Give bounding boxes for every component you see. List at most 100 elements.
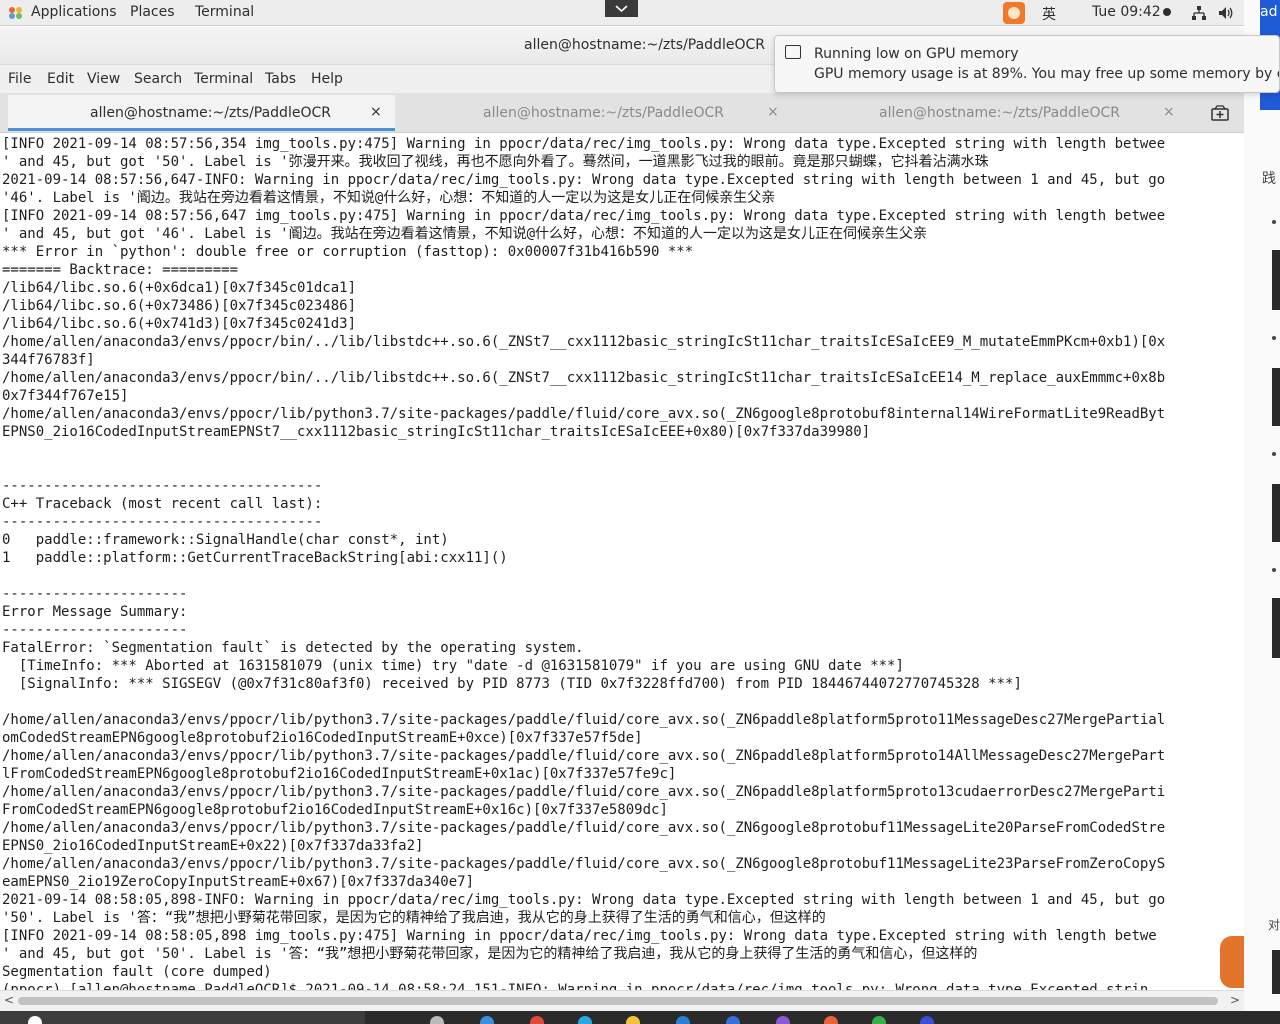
ime-language-label[interactable]: 英 [1042, 4, 1056, 24]
tab-terminal-2[interactable]: allen@hostname:~/zts/PaddleOCR × [404, 95, 794, 131]
terminal-line: Segmentation fault (core dumped) [2, 964, 272, 980]
terminal-line: EPNS0_2io16CodedInputStreamEPNSt7__cxx11… [2, 424, 871, 440]
terminal-line: ======= Backtrace: ========= [2, 262, 239, 278]
taskbar-app-icon[interactable] [578, 1016, 592, 1024]
menu-search[interactable]: Search [134, 71, 182, 87]
terminal-line: '46'. Label is '阍边。我站在旁边看着这情景，不知说@什么好，心想… [2, 190, 776, 206]
background-app-text: 践 [1262, 171, 1276, 187]
terminal-line: FatalError: `Segmentation fault` is dete… [2, 640, 584, 656]
gpu-memory-notification[interactable]: Running low on GPU memory GPU memory usa… [774, 35, 1280, 93]
window-title: allen@hostname:~/zts/PaddleOCR [524, 37, 765, 53]
taskbar-app-icon[interactable] [480, 1016, 494, 1024]
terminal-line: /home/allen/anaconda3/envs/ppocr/bin/../… [2, 370, 1166, 386]
terminal-line: [INFO 2021-09-14 08:57:56,647 img_tools.… [2, 208, 1166, 224]
applications-menu[interactable]: Applications [31, 4, 117, 20]
terminal-line: [TimeInfo: *** Aborted at 1631581079 (un… [2, 658, 904, 674]
menu-tabs[interactable]: Tabs [265, 71, 296, 87]
volume-icon[interactable] [1218, 5, 1234, 21]
terminal-line: 344f76783f] [2, 352, 95, 368]
background-bullet [1272, 452, 1276, 456]
background-bullet [1272, 220, 1276, 224]
terminal-line: ' and 45, but got '50'. Label is '答：“我”想… [2, 946, 978, 962]
taskbar-app-icon[interactable] [776, 1016, 790, 1024]
terminal-line: EPNS0_2io16CodedInputStreamE+0x22)[0x7f3… [2, 838, 424, 854]
taskbar-app-icon[interactable] [920, 1016, 934, 1024]
clock-text: Tue 09:42 [1092, 4, 1161, 20]
terminal-line: FromCodedStreamEPN6google8protobuf2io16C… [2, 802, 668, 818]
terminal-line: lFromCodedStreamEPN6google8protobuf2io16… [2, 766, 677, 782]
tab-label: allen@hostname:~/zts/PaddleOCR [483, 105, 724, 121]
close-icon[interactable]: × [1163, 104, 1175, 120]
background-app-text: 对 [1268, 918, 1280, 932]
scroll-right-arrow[interactable]: > [1230, 993, 1240, 1007]
close-icon[interactable]: × [767, 104, 779, 120]
new-tab-icon[interactable] [1211, 105, 1229, 121]
terminal-window: allen@hostname:~/zts/PaddleOCR File Edit… [0, 27, 1244, 1011]
applications-icon[interactable] [8, 6, 24, 20]
background-bullet [1272, 336, 1276, 340]
scrollbar-thumb[interactable] [18, 997, 1218, 1005]
terminal-line: omCodedStreamEPN6google8protobuf2io16Cod… [2, 730, 643, 746]
close-icon[interactable]: × [370, 104, 382, 120]
network-icon[interactable] [1191, 5, 1207, 21]
background-bullet [1272, 568, 1276, 572]
terminal-line: /lib64/libc.so.6(+0x73486)[0x7f345c02348… [2, 298, 357, 314]
terminal-line: ' and 45, but got '50'. Label is '弥漫开来。我… [2, 154, 989, 170]
dropdown-handle[interactable] [605, 0, 638, 17]
taskbar-app-icon[interactable] [676, 1016, 690, 1024]
menu-file[interactable]: File [8, 71, 31, 87]
terminal-line: /home/allen/anaconda3/envs/ppocr/lib/pyt… [2, 406, 1166, 422]
taskbar-window-list[interactable] [0, 1011, 365, 1024]
terminal-line: ---------------------- [2, 622, 188, 638]
terminal-line: [SignalInfo: *** SIGSEGV (@0x7f31c80af3f… [2, 676, 1022, 692]
tab-terminal-1[interactable]: allen@hostname:~/zts/PaddleOCR × [8, 95, 395, 131]
system-monitor-icon [785, 45, 801, 59]
tab-bar: allen@hostname:~/zts/PaddleOCR × allen@h… [0, 93, 1244, 133]
menu-edit[interactable]: Edit [47, 71, 74, 87]
terminal-line: /home/allen/anaconda3/envs/ppocr/lib/pyt… [2, 712, 1166, 728]
menu-view[interactable]: View [87, 71, 120, 87]
clock[interactable]: Tue 09:42 [1092, 4, 1171, 20]
menu-help[interactable]: Help [311, 71, 343, 87]
taskbar-app-icon[interactable] [430, 1016, 444, 1024]
terminal-app-menu[interactable]: Terminal [195, 4, 254, 20]
terminal-line: '50'. Label is '答：“我”想把小野菊花带回家，是因为它的精神给了… [2, 910, 826, 926]
horizontal-scrollbar[interactable]: < > [0, 990, 1244, 1011]
taskbar-app-icon[interactable] [530, 1016, 544, 1024]
menu-terminal[interactable]: Terminal [194, 71, 253, 87]
terminal-line: [INFO 2021-09-14 08:58:05,898 img_tools.… [2, 928, 1157, 944]
notification-body: GPU memory usage is at 89%. You may free… [814, 66, 1280, 82]
terminal-line: /lib64/libc.so.6(+0x741d3)[0x7f345c0241d… [2, 316, 357, 332]
tab-terminal-3[interactable]: allen@hostname:~/zts/PaddleOCR × [800, 95, 1190, 131]
floating-assistant-icon[interactable] [1220, 936, 1244, 988]
tab-label: allen@hostname:~/zts/PaddleOCR [879, 105, 1120, 121]
terminal-line: 0 paddle::framework::SignalHandle(char c… [2, 532, 449, 548]
taskbar-app-icon[interactable] [626, 1016, 640, 1024]
taskbar-app-icon[interactable] [28, 1016, 42, 1024]
terminal-line: ---------------------- [2, 586, 188, 602]
input-method-icon[interactable] [1003, 2, 1025, 24]
terminal-line: /home/allen/anaconda3/envs/ppocr/lib/pyt… [2, 856, 1166, 872]
places-menu[interactable]: Places [130, 4, 175, 20]
chevron-down-icon [615, 5, 628, 13]
terminal-line: /home/allen/anaconda3/envs/ppocr/lib/pyt… [2, 820, 1166, 836]
terminal-line: /home/allen/anaconda3/envs/ppocr/lib/pyt… [2, 748, 1166, 764]
notification-dot [1162, 8, 1171, 16]
terminal-line: (ppocr) [allen@hostname PaddleOCR]$ 2021… [2, 982, 1149, 990]
terminal-line: -------------------------------------- [2, 514, 323, 530]
taskbar-app-icon[interactable] [824, 1016, 838, 1024]
terminal-line: 0x7f344f767e15] [2, 388, 129, 404]
background-block [1272, 250, 1280, 310]
taskbar-app-icon[interactable] [726, 1016, 740, 1024]
terminal-line: *** Error in `python': double free or co… [2, 244, 694, 260]
taskbar [0, 1011, 1280, 1024]
taskbar-app-icon[interactable] [872, 1016, 886, 1024]
terminal-line: 2021-09-14 08:58:05,898-INFO: Warning in… [2, 892, 1166, 908]
terminal-line: ' and 45, but got '46'. Label is '阍边。我站在… [2, 226, 928, 242]
terminal-line: [INFO 2021-09-14 08:57:56,354 img_tools.… [2, 136, 1166, 152]
terminal-line: 1 paddle::platform::GetCurrentTraceBackS… [2, 550, 508, 566]
terminal-output[interactable]: [INFO 2021-09-14 08:57:56,354 img_tools.… [0, 135, 1244, 990]
scroll-left-arrow[interactable]: < [4, 993, 14, 1007]
